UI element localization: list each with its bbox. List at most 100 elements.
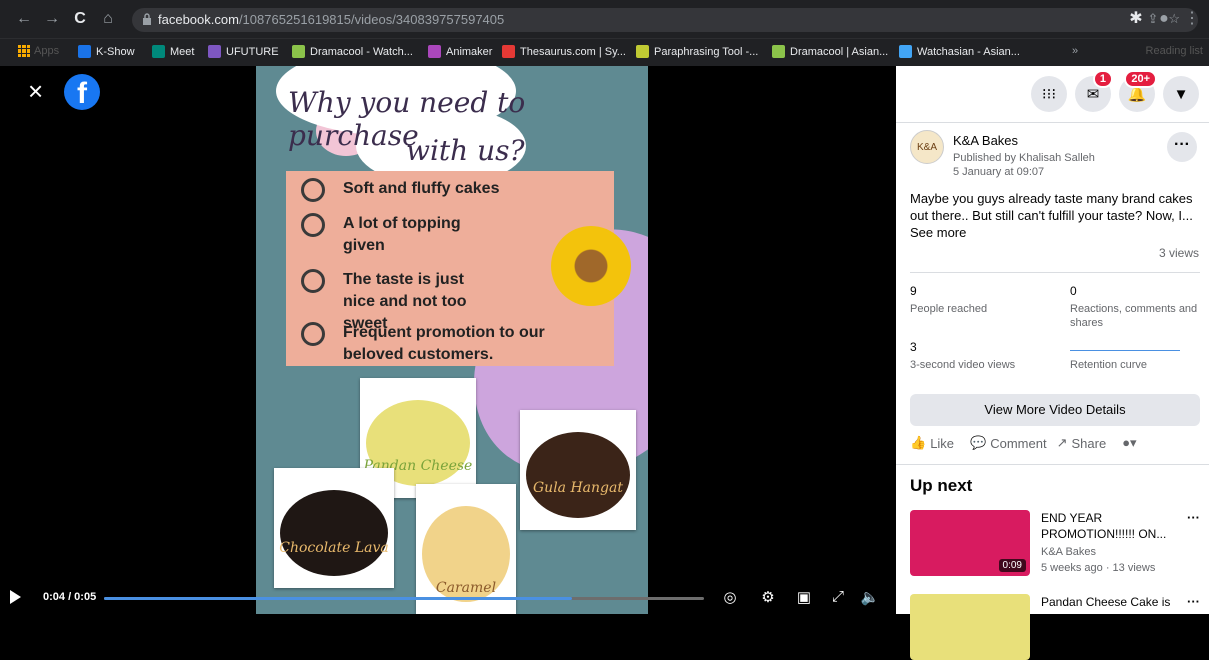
reason-item: Frequent promotion to our beloved custom… xyxy=(301,322,573,366)
video-player[interactable]: × f Why you need to purchase with us? So… xyxy=(0,66,896,614)
notifications-badge: 20+ xyxy=(1124,70,1157,88)
kshow-favicon-icon xyxy=(78,45,91,58)
settings-gear-icon[interactable]: ⚙ xyxy=(758,588,778,606)
bookmark-animaker[interactable]: Animaker xyxy=(428,45,492,58)
top-nav-icons: ⁝⁝⁝ ✉ 1 🔔 20+ ▼ xyxy=(1031,70,1199,112)
cake-card: Gula Hangat xyxy=(520,410,636,530)
post-date[interactable]: 5 January at 09:07 xyxy=(953,166,1044,178)
bookmark-meet[interactable]: Meet xyxy=(152,45,194,58)
video-controls: 0:04 / 0:05 ◎ ⚙ ▣ ⤢ 🔈 xyxy=(0,580,896,614)
page-avatar[interactable]: K&A xyxy=(910,130,944,164)
back-arrow-icon[interactable]: ← xyxy=(14,9,34,29)
browser-toolbar: ← → C ⌂ facebook.com/108765251619815/vid… xyxy=(0,0,1209,38)
circle-bullet-icon xyxy=(301,269,325,293)
fullscreen-icon[interactable]: ⤢ xyxy=(828,588,848,605)
retention-curve-label[interactable]: Retention curve xyxy=(1070,358,1147,372)
page-avatar-small-icon[interactable]: ●▾ xyxy=(1122,435,1136,451)
reason-text: A lot of topping given xyxy=(343,215,461,254)
seek-bar[interactable] xyxy=(104,597,704,600)
see-more-link[interactable]: See more xyxy=(910,225,966,240)
divider xyxy=(910,272,1200,273)
paraphrasing-favicon-icon xyxy=(636,45,649,58)
bookmarks-overflow-button[interactable]: » xyxy=(1072,45,1078,57)
reading-list-button[interactable]: Reading list xyxy=(1146,45,1203,57)
url-text: facebook.com/108765251619815/videos/3408… xyxy=(158,12,504,27)
up-next-options-button[interactable]: ··· xyxy=(1187,510,1200,525)
bookmark-paraphrasing[interactable]: Paraphrasing Tool -... xyxy=(636,45,758,58)
post-options-button[interactable]: ··· xyxy=(1167,132,1197,162)
profile-avatar-icon[interactable]: ● xyxy=(1154,9,1174,29)
bookmark-label: Animaker xyxy=(446,45,493,58)
url-domain: facebook.com xyxy=(158,12,239,27)
bookmark-dramacool-asian[interactable]: Dramacool | Asian... xyxy=(772,45,888,58)
circle-bullet-icon xyxy=(301,178,325,202)
animaker-favicon-icon xyxy=(428,45,441,58)
bookmark-label: Dramacool - Watch... xyxy=(310,45,413,58)
post-details: K&A K&A Bakes Published by Khalisah Sall… xyxy=(896,126,1209,466)
volume-icon[interactable]: 🔈 xyxy=(860,588,880,606)
captions-icon[interactable]: ◎ xyxy=(720,588,740,606)
video-thumbnail[interactable]: 0:09 xyxy=(910,510,1030,576)
messenger-icon: ✉ xyxy=(1086,86,1100,103)
comment-icon: 💬 xyxy=(970,435,987,450)
video-frame: Why you need to purchase with us? Soft a… xyxy=(256,66,648,614)
forward-arrow-icon[interactable]: → xyxy=(42,9,62,29)
up-next-item[interactable]: 0:09 END YEAR PROMOTION!!!!!! ON... K&A … xyxy=(910,510,1200,580)
divider xyxy=(896,464,1209,465)
up-next-heading: Up next xyxy=(910,476,973,495)
caret-down-icon: ▼ xyxy=(1173,85,1189,103)
reason-text: Soft and fluffy cakes xyxy=(343,180,500,197)
video-views-label: 3-second video views xyxy=(910,359,1016,371)
picture-in-picture-icon[interactable]: ▣ xyxy=(794,588,814,606)
bookmark-thesaurus[interactable]: Thesaurus.com | Sy... xyxy=(502,45,626,58)
address-bar[interactable]: facebook.com/108765251619815/videos/3408… xyxy=(132,8,1198,32)
bookmark-ufuture[interactable]: UFUTURE xyxy=(208,45,279,58)
cake-image xyxy=(280,490,388,576)
up-next-title[interactable]: Pandan Cheese Cake is xyxy=(1041,594,1201,610)
lock-icon xyxy=(143,13,151,25)
post-description: Maybe you guys already taste many brand … xyxy=(910,190,1202,241)
cake-caption: Gula Hangat xyxy=(533,480,623,496)
reactions-value: 0 xyxy=(1070,284,1077,298)
facebook-logo-icon[interactable]: f xyxy=(64,74,100,110)
view-count: 3 views xyxy=(1158,246,1199,260)
cake-image xyxy=(526,432,630,518)
menu-grid-button[interactable]: ⁝⁝⁝ xyxy=(1031,76,1067,112)
view-more-details-button[interactable]: View More Video Details xyxy=(910,394,1200,426)
sunflower-decoration xyxy=(551,226,631,306)
bookmark-apps[interactable]: Apps xyxy=(18,45,59,57)
browser-menu-icon[interactable]: ⋮ xyxy=(1182,9,1202,29)
reload-icon[interactable]: C xyxy=(70,9,90,29)
bookmarks-bar: Apps K-Show Meet UFUTURE Dramacool - Wat… xyxy=(0,38,1209,66)
bookmark-label: Meet xyxy=(170,45,195,58)
url-path: /108765251619815/videos/340839757597405 xyxy=(238,12,505,27)
up-next-options-button[interactable]: ··· xyxy=(1187,594,1200,609)
reason-item: A lot of topping given xyxy=(301,213,483,257)
play-icon[interactable] xyxy=(10,590,21,604)
bookmark-label: Thesaurus.com | Sy... xyxy=(520,45,626,58)
bookmark-kshow[interactable]: K-Show xyxy=(78,45,135,58)
comment-button[interactable]: Comment xyxy=(990,436,1046,451)
video-thumbnail[interactable] xyxy=(910,594,1030,660)
messenger-button[interactable]: ✉ 1 xyxy=(1075,70,1113,112)
reason-item: Soft and fluffy cakes xyxy=(301,178,563,202)
bookmark-label: Paraphrasing Tool -... xyxy=(654,45,759,58)
notifications-button[interactable]: 🔔 20+ xyxy=(1119,70,1157,112)
like-button[interactable]: Like xyxy=(930,436,954,451)
page-name[interactable]: K&A Bakes xyxy=(953,133,1018,148)
watchasian-favicon-icon xyxy=(899,45,912,58)
up-next-item[interactable]: Pandan Cheese Cake is ··· xyxy=(910,594,1201,660)
seek-bar-progress xyxy=(104,597,572,600)
bookmark-label: Watchasian - Asian... xyxy=(917,45,1020,58)
close-icon[interactable]: × xyxy=(28,78,43,104)
bookmark-watchasian[interactable]: Watchasian - Asian... xyxy=(899,45,1020,58)
bookmark-dramacool-watch[interactable]: Dramacool - Watch... xyxy=(292,45,413,58)
home-icon[interactable]: ⌂ xyxy=(98,9,118,29)
extensions-icon[interactable]: ✱ xyxy=(1126,9,1146,29)
share-button[interactable]: Share xyxy=(1072,436,1107,451)
dramacool-favicon-icon xyxy=(292,45,305,58)
up-next-channel[interactable]: K&A Bakes xyxy=(1041,546,1096,558)
up-next-title[interactable]: END YEAR PROMOTION!!!!!! ON... xyxy=(1041,510,1171,542)
apps-grid-icon xyxy=(18,45,30,57)
account-menu-button[interactable]: ▼ xyxy=(1163,76,1199,112)
